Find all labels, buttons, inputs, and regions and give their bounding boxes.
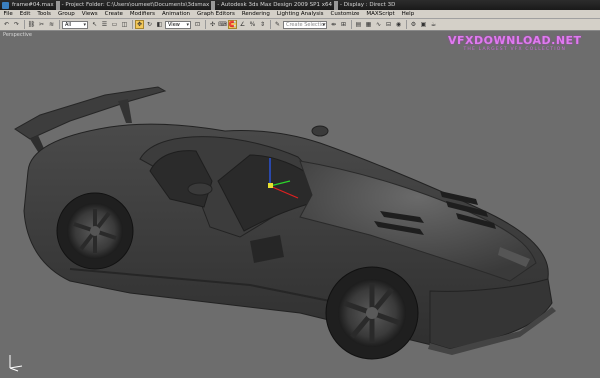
render-setup-icon[interactable]: ⚙ xyxy=(409,20,418,29)
curve-editor-icon[interactable]: ∿ xyxy=(374,20,383,29)
perspective-viewport[interactable]: Perspective VFXDOWNLOAD.NET THE LARGEST … xyxy=(0,31,600,378)
car-model-render xyxy=(14,86,556,360)
spinner-snap-icon[interactable]: ⇕ xyxy=(258,20,267,29)
toolbar-divider xyxy=(132,20,133,29)
toolbar-divider xyxy=(270,20,271,29)
rendered-frame-window-icon[interactable]: ▣ xyxy=(419,20,428,29)
mirror-icon[interactable]: ⇹ xyxy=(329,20,338,29)
angle-snap-icon[interactable]: ∠ xyxy=(238,20,247,29)
select-and-rotate-icon[interactable]: ↻ xyxy=(145,20,154,29)
menu-bar: File Edit Tools Group Views Create Modif… xyxy=(0,10,600,19)
app-icon[interactable] xyxy=(2,1,9,9)
schematic-view-icon[interactable]: ⊟ xyxy=(384,20,393,29)
main-toolbar: ↶ ↷ ⛓ ✂ ≋ All ↖ ☰ ▭ ◫ ✥ ↻ ◧ View ⊡ ✣ ⌨ 🧲… xyxy=(0,19,600,31)
menu-tools[interactable]: Tools xyxy=(34,11,55,17)
edit-named-selections-icon[interactable]: ✎ xyxy=(273,20,282,29)
select-object-icon[interactable]: ↖ xyxy=(90,20,99,29)
menu-help[interactable]: Help xyxy=(398,11,418,17)
world-axis-tripod-icon xyxy=(9,355,23,372)
select-and-move-icon[interactable]: ✥ xyxy=(135,20,144,29)
menu-rendering[interactable]: Rendering xyxy=(238,11,273,17)
percent-snap-icon[interactable]: % xyxy=(248,20,257,29)
title-display: - Display : Direct 3D xyxy=(340,2,396,8)
pivot-center-icon[interactable]: ⊡ xyxy=(193,20,202,29)
watermark-title: VFXDOWNLOAD.NET xyxy=(448,34,582,47)
redo-icon[interactable]: ↷ xyxy=(12,20,21,29)
select-and-scale-icon[interactable]: ◧ xyxy=(155,20,164,29)
toolbar-divider xyxy=(205,20,206,29)
watermark-subtitle: THE LARGEST VFX COLLECTION xyxy=(463,47,567,52)
menu-edit[interactable]: Edit xyxy=(16,11,34,17)
toolbar-divider xyxy=(24,20,25,29)
select-and-manipulate-icon[interactable]: ✣ xyxy=(208,20,217,29)
viewport-label[interactable]: Perspective xyxy=(3,32,32,38)
menu-create[interactable]: Create xyxy=(101,11,126,17)
menu-maxscript[interactable]: MAXScript xyxy=(363,11,398,17)
menu-views[interactable]: Views xyxy=(78,11,101,17)
toolbar-divider xyxy=(351,20,352,29)
title-file: frame#04.max xyxy=(12,2,54,8)
reference-coordinate-dropdown[interactable]: View xyxy=(165,20,191,29)
toolbar-divider xyxy=(59,20,60,29)
unlink-icon[interactable]: ✂ xyxy=(37,20,46,29)
menu-file[interactable]: File xyxy=(0,11,16,17)
bind-space-warp-icon[interactable]: ≋ xyxy=(47,20,56,29)
snaps-toggle-icon[interactable]: 🧲 xyxy=(228,20,237,29)
align-icon[interactable]: ⊞ xyxy=(339,20,348,29)
named-selection-sets-dropdown[interactable]: Create Selection Set xyxy=(283,20,327,29)
window-crossing-icon[interactable]: ◫ xyxy=(120,20,129,29)
select-by-name-icon[interactable]: ☰ xyxy=(100,20,109,29)
menu-animation[interactable]: Animation xyxy=(159,11,194,17)
material-editor-icon[interactable]: ◉ xyxy=(394,20,403,29)
watermark-logo: VFXDOWNLOAD.NET THE LARGEST VFX COLLECTI… xyxy=(448,34,582,52)
rect-selection-icon[interactable]: ▭ xyxy=(110,20,119,29)
title-app: - Autodesk 3ds Max Design 2009 SP1 x64 xyxy=(217,2,332,8)
select-and-link-icon[interactable]: ⛓ xyxy=(27,20,36,29)
menu-modifiers[interactable]: Modifiers xyxy=(126,11,158,17)
menu-lighting-analysis[interactable]: Lighting Analysis xyxy=(273,11,327,17)
menu-graph-editors[interactable]: Graph Editors xyxy=(194,11,239,17)
render-production-icon[interactable]: ☕ xyxy=(429,20,438,29)
toolbar-divider xyxy=(406,20,407,29)
title-project: - Project Folder: C:\Users\oumeet\Docume… xyxy=(61,2,210,8)
keyboard-shortcut-override-icon[interactable]: ⌨ xyxy=(218,20,227,29)
menu-group[interactable]: Group xyxy=(54,11,78,17)
graphite-ribbon-icon[interactable]: ▦ xyxy=(364,20,373,29)
gizmo-plane-handle[interactable] xyxy=(268,183,273,188)
layer-manager-icon[interactable]: ▤ xyxy=(354,20,363,29)
menu-customize[interactable]: Customize xyxy=(327,11,363,17)
title-bar: frame#04.max - Project Folder: C:\Users\… xyxy=(0,0,600,10)
undo-icon[interactable]: ↶ xyxy=(2,20,11,29)
selection-filter-dropdown[interactable]: All xyxy=(62,20,88,29)
